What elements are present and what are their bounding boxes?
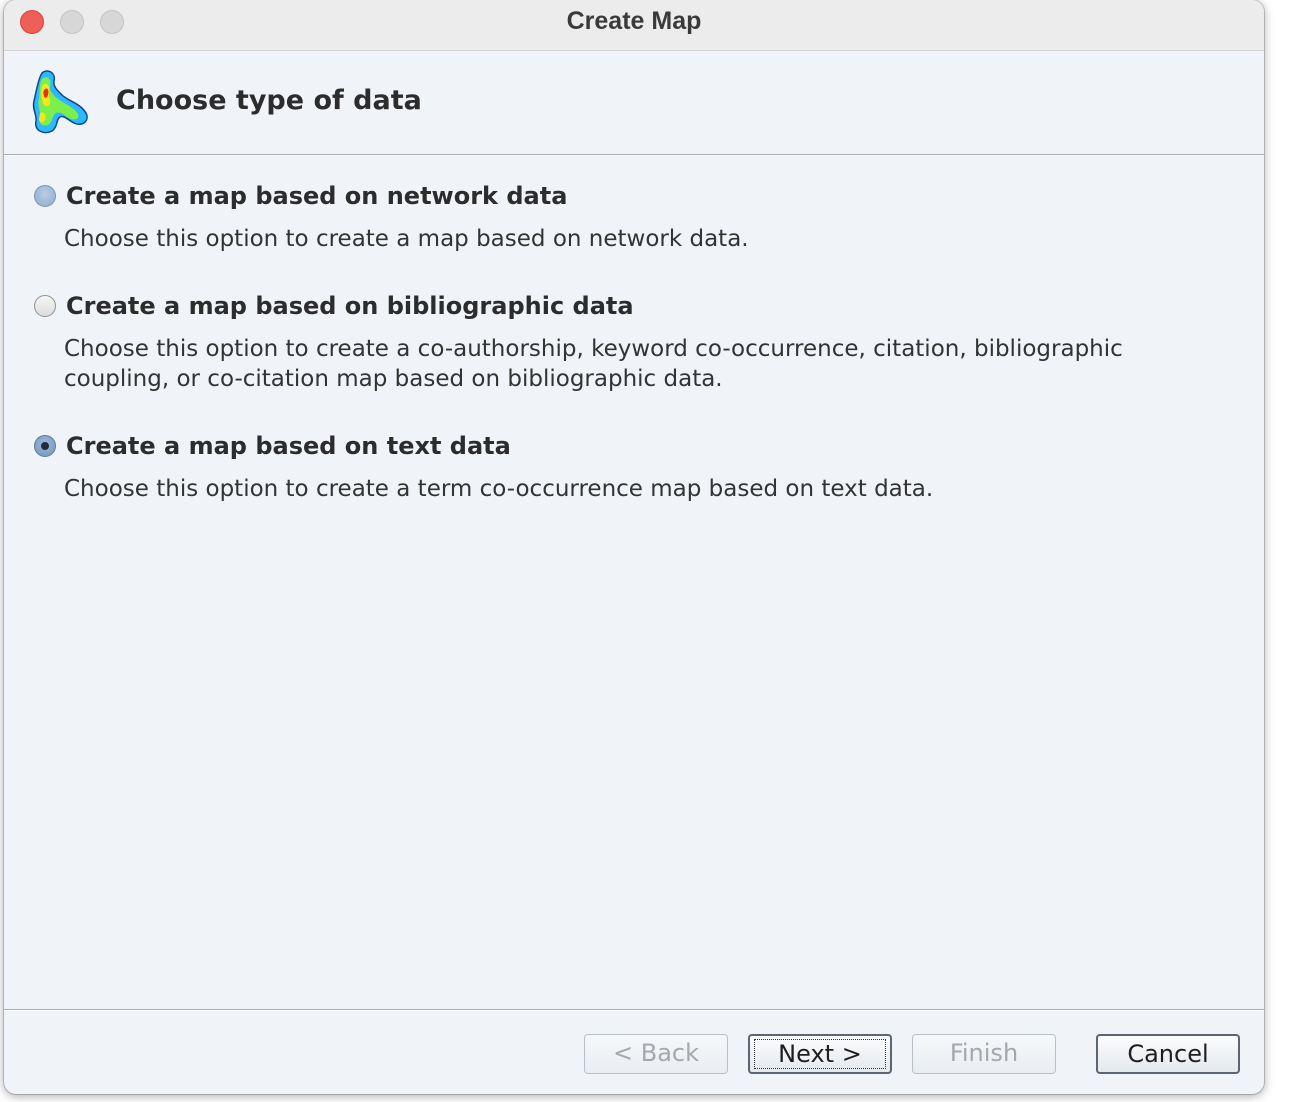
finish-button[interactable]: Finish xyxy=(912,1034,1056,1074)
option-text-data: Create a map based on text data Choose t… xyxy=(32,432,1194,504)
option-label[interactable]: Create a map based on bibliographic data xyxy=(66,292,634,320)
option-description: Choose this option to create a term co-o… xyxy=(64,476,934,502)
vosviewer-logo-icon xyxy=(32,70,88,134)
radio-bibliographic-data[interactable] xyxy=(34,295,56,317)
title-bar: Create Map xyxy=(4,0,1264,51)
option-label[interactable]: Create a map based on text data xyxy=(66,432,511,460)
wizard-header: Choose type of data xyxy=(4,51,1264,154)
option-bibliographic-data: Create a map based on bibliographic data… xyxy=(32,292,1194,394)
footer-divider xyxy=(4,1009,1264,1011)
radio-row-text[interactable]: Create a map based on text data xyxy=(32,432,1194,460)
radio-network-data[interactable] xyxy=(34,185,56,207)
next-button-label: Next > xyxy=(778,1040,862,1068)
radio-row-bibliographic[interactable]: Create a map based on bibliographic data xyxy=(32,292,1194,320)
header-title: Choose type of data xyxy=(116,85,422,116)
header-divider xyxy=(4,154,1264,156)
option-description: Choose this option to create a co-author… xyxy=(64,336,1123,392)
next-button[interactable]: Next > xyxy=(748,1034,892,1074)
option-label[interactable]: Create a map based on network data xyxy=(66,182,567,210)
cancel-button[interactable]: Cancel xyxy=(1096,1034,1240,1074)
option-network-data: Create a map based on network data Choos… xyxy=(32,182,1194,254)
create-map-dialog: Create Map Choose type of data Create a … xyxy=(4,0,1264,1094)
radio-text-data[interactable] xyxy=(34,435,56,457)
radio-row-network[interactable]: Create a map based on network data xyxy=(32,182,1194,210)
option-description: Choose this option to create a map based… xyxy=(64,226,749,252)
back-button[interactable]: < Back xyxy=(584,1034,728,1074)
window-title: Create Map xyxy=(566,7,702,35)
